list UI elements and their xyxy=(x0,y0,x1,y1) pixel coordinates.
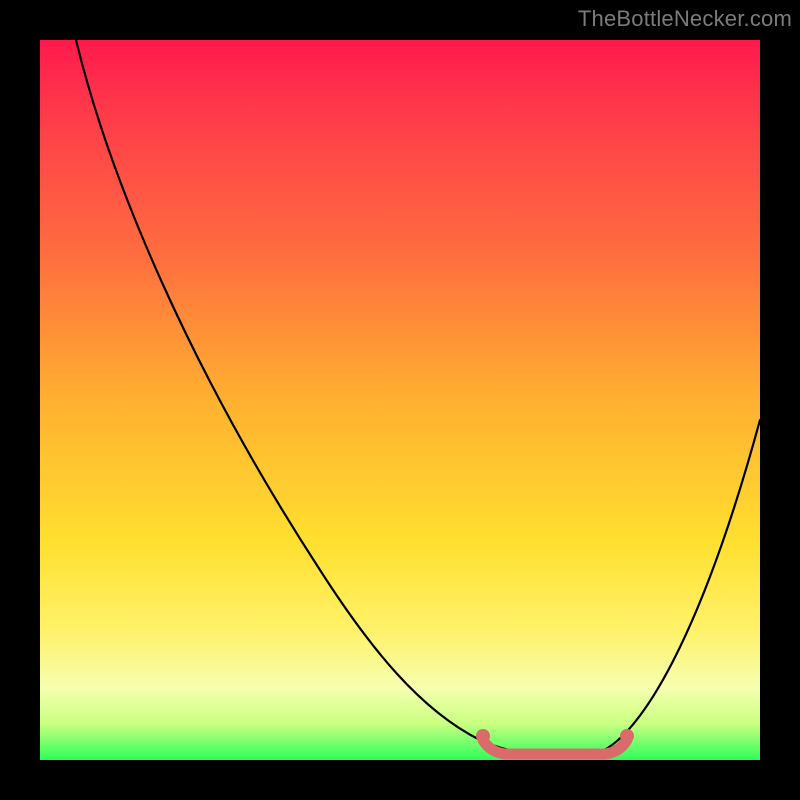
range-end-dot xyxy=(620,729,634,743)
optimal-range-marker xyxy=(40,40,760,760)
chart-frame: TheBottleNecker.com xyxy=(0,0,800,800)
plot-area xyxy=(40,40,760,760)
watermark-label: TheBottleNecker.com xyxy=(578,6,792,32)
range-bracket xyxy=(483,740,627,754)
